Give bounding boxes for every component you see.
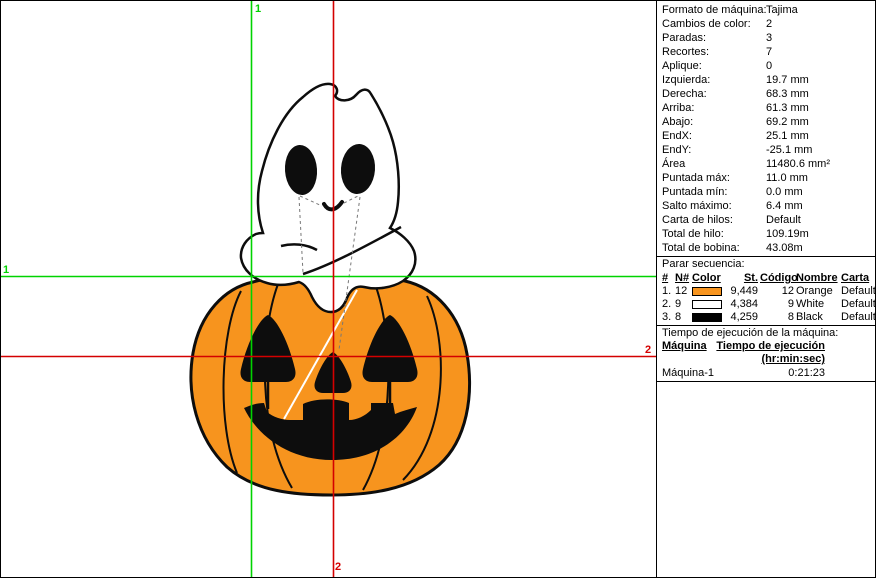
info-row-max-stitch: Puntada máx:11.0 mm: [657, 171, 875, 185]
stop-sequence-table: # N# Color St. Código Nombre Carta 1. 12…: [657, 271, 875, 324]
col-header-chart: Carta: [841, 271, 875, 285]
machine-time-header-row: Máquina Tiempo de ejecución: [657, 340, 875, 353]
info-row-applique: Aplique:0: [657, 59, 875, 73]
ghost-body: [241, 84, 415, 312]
info-row-color-changes: Cambios de color:2: [657, 17, 875, 31]
machine-time-table: Máquina Tiempo de ejecución (hr:min:sec)…: [657, 340, 875, 380]
embroidery-app-window: 1 1 2 2 Formato de máquina:Tajima Cambio…: [0, 0, 876, 578]
machine-exec-time: 0:21:23: [722, 366, 875, 380]
info-row-total-bobbin: Total de bobina:43.08m: [657, 241, 875, 255]
thread-color-swatch-white[interactable]: [692, 300, 722, 309]
stop-sequence-title: Parar secuencia:: [657, 257, 875, 271]
info-row-endy: EndY:-25.1 mm: [657, 143, 875, 157]
info-row-min-stitch: Puntada mín:0.0 mm: [657, 185, 875, 199]
thread-color-swatch-orange[interactable]: [692, 287, 722, 296]
design-properties-list: Formato de máquina:Tajima Cambios de col…: [657, 3, 875, 255]
info-row-trims: Recortes:7: [657, 45, 875, 59]
col-header-num: #: [662, 271, 675, 285]
thread-color-swatch-black[interactable]: [692, 313, 722, 322]
design-info-panel: Formato de máquina:Tajima Cambios de col…: [656, 1, 875, 577]
machine-time-title: Tiempo de ejecución de la máquina:: [657, 326, 875, 340]
col-header-time-unit: (hr:min:sec): [722, 353, 875, 365]
machine-name: Máquina-1: [662, 366, 722, 380]
info-row-left: Izquierda:19.7 mm: [657, 73, 875, 87]
info-row-thread-chart: Carta de hilos:Default: [657, 213, 875, 227]
stop-sequence-row-1[interactable]: 1. 12 9,449 12 Orange Default: [662, 285, 875, 298]
info-row-stops: Paradas:3: [657, 31, 875, 45]
info-row-right: Derecha:68.3 mm: [657, 87, 875, 101]
guide-label-start-left: 1: [3, 264, 9, 276]
info-row-machine-format: Formato de máquina:Tajima: [657, 3, 875, 17]
info-row-top: Arriba:61.3 mm: [657, 101, 875, 115]
guide-label-start-top: 1: [255, 3, 261, 15]
info-row-endx: EndX:25.1 mm: [657, 129, 875, 143]
guide-label-end-bottom: 2: [335, 561, 341, 573]
machine-time-row-1[interactable]: Máquina-1 0:21:23: [657, 366, 875, 380]
design-canvas[interactable]: 1 1 2 2: [1, 1, 656, 577]
col-header-exec-time: Tiempo de ejecución: [716, 340, 875, 353]
col-header-color: Color: [692, 271, 726, 285]
guide-label-end-right: 2: [645, 344, 651, 356]
col-header-stitches: St.: [726, 271, 760, 285]
stop-sequence-header-row: # N# Color St. Código Nombre Carta: [662, 271, 875, 285]
col-header-needle: N#: [675, 271, 692, 285]
col-header-machine: Máquina: [662, 340, 716, 353]
machine-time-unit-row: (hr:min:sec): [657, 353, 875, 365]
stop-sequence-row-3[interactable]: 3. 8 4,259 8 Black Default: [662, 311, 875, 324]
stop-sequence-row-2[interactable]: 2. 9 4,384 9 White Default: [662, 298, 875, 311]
info-row-area: Área11480.6 mm²: [657, 157, 875, 171]
info-row-total-thread: Total de hilo:109.19m: [657, 227, 875, 241]
col-header-code: Código: [760, 271, 796, 285]
info-row-bottom: Abajo:69.2 mm: [657, 115, 875, 129]
info-row-max-jump: Salto máximo:6.4 mm: [657, 199, 875, 213]
panel-divider: [657, 381, 875, 382]
col-header-name: Nombre: [796, 271, 841, 285]
